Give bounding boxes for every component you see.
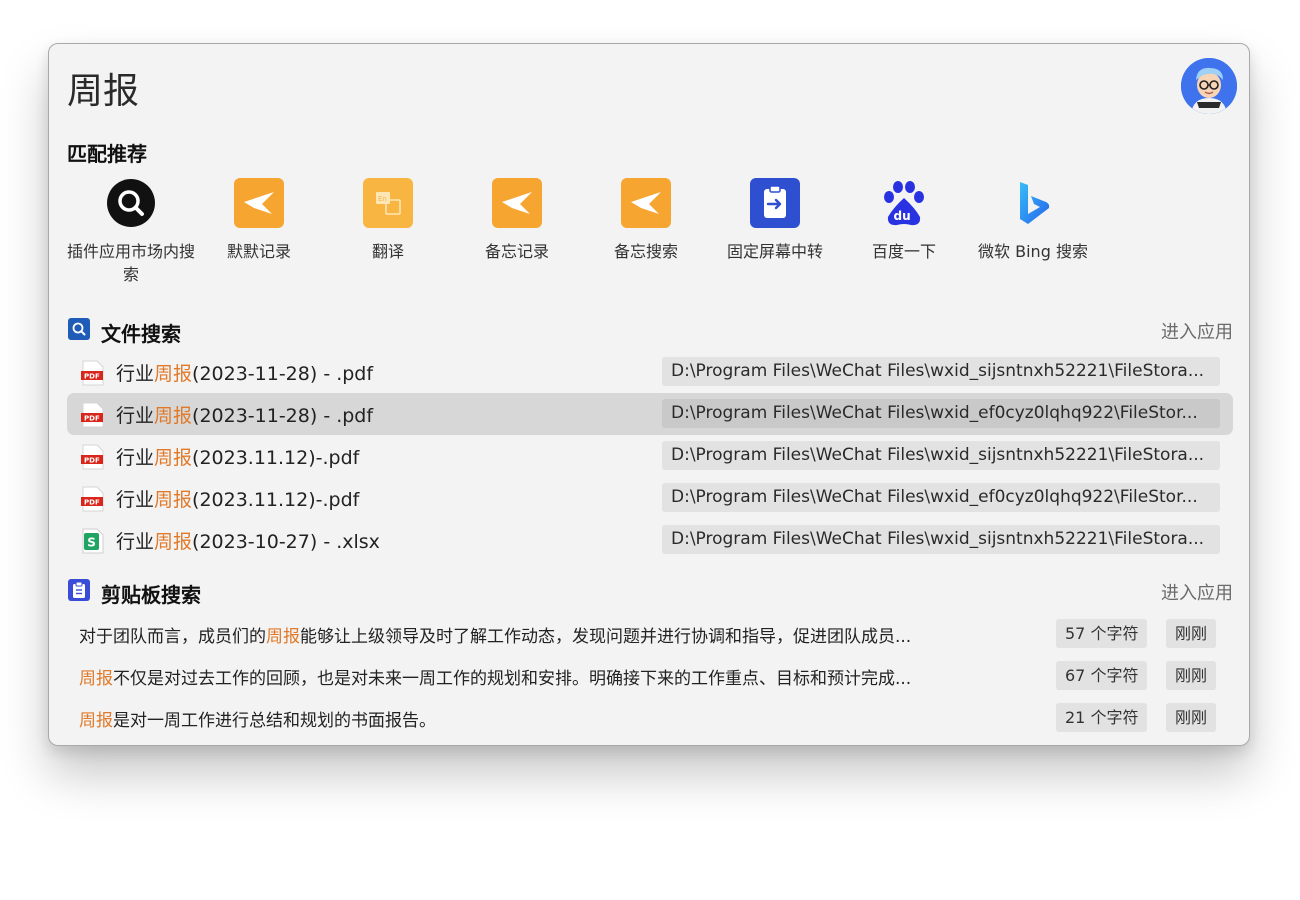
time-badge: 刚刚 bbox=[1166, 661, 1217, 690]
clipboard-row[interactable]: 周报是对一周工作进行总结和规划的书面报告。 21 个字符 刚刚 bbox=[67, 696, 1233, 738]
star-note-icon bbox=[492, 178, 542, 228]
app-label: 备忘搜索 bbox=[613, 242, 678, 261]
file-path: D:\Program Files\WeChat Files\wxid_sijsn… bbox=[662, 357, 1220, 386]
app-plugin-market-search[interactable]: 插件应用市场内搜索 bbox=[67, 178, 195, 286]
app-label: 默默记录 bbox=[226, 242, 291, 261]
app-memo-record[interactable]: 备忘记录 bbox=[453, 178, 581, 263]
pdf-icon: PDF bbox=[81, 402, 105, 428]
app-pin-screen-transfer[interactable]: 固定屏幕中转 bbox=[711, 178, 839, 263]
file-name: 行业周报(2023-11-28) - .pdf bbox=[116, 363, 374, 385]
app-baidu-search[interactable]: du 百度一下 bbox=[840, 178, 968, 263]
file-name: 行业周报(2023-11-28) - .pdf bbox=[116, 405, 374, 427]
clipboard-row[interactable]: 对于团队而言，成员们的周报能够让上级领导及时了解工作动态，发现问题并进行协调和指… bbox=[67, 612, 1233, 654]
file-name: 行业周报(2023-10-27) - .xlsx bbox=[116, 531, 380, 553]
app-label: 翻译 bbox=[371, 242, 404, 261]
star-note-icon bbox=[621, 178, 671, 228]
search-circle-icon bbox=[106, 178, 156, 228]
svg-text:PDF: PDF bbox=[84, 414, 100, 422]
char-count-badge: 67 个字符 bbox=[1056, 661, 1148, 690]
app-label: 固定屏幕中转 bbox=[726, 242, 823, 261]
file-path: D:\Program Files\WeChat Files\wxid_ef0cy… bbox=[662, 399, 1220, 428]
svg-text:PDF: PDF bbox=[84, 372, 100, 380]
clipboard-row[interactable]: 周报不仅是对过去工作的回顾，也是对未来一周工作的规划和安排。明确接下来的工作重点… bbox=[67, 654, 1233, 696]
file-row[interactable]: S 行业周报(2023-10-27) - .xlsx D:\Program Fi… bbox=[67, 519, 1233, 561]
clipboard-text: 周报是对一周工作进行总结和规划的书面报告。 bbox=[79, 711, 436, 731]
star-note-icon bbox=[234, 178, 284, 228]
file-row[interactable]: PDF 行业周报(2023.11.12)-.pdf D:\Program Fil… bbox=[67, 435, 1233, 477]
svg-text:PDF: PDF bbox=[84, 456, 100, 464]
clipboard-text: 周报不仅是对过去工作的回顾，也是对未来一周工作的规划和安排。明确接下来的工作重点… bbox=[79, 669, 912, 689]
file-row[interactable]: PDF 行业周报(2023.11.12)-.pdf D:\Program Fil… bbox=[67, 477, 1233, 519]
search-window: 匹配推荐 插件应用市场内搜索 默默记录 En 翻译 备忘记录 bbox=[48, 43, 1250, 746]
user-avatar[interactable] bbox=[1181, 58, 1237, 114]
file-name: 行业周报(2023.11.12)-.pdf bbox=[116, 447, 360, 469]
svg-text:du: du bbox=[894, 209, 911, 223]
app-memo-search[interactable]: 备忘搜索 bbox=[582, 178, 710, 263]
file-path: D:\Program Files\WeChat Files\wxid_sijsn… bbox=[662, 441, 1220, 470]
file-path: D:\Program Files\WeChat Files\wxid_sijsn… bbox=[662, 525, 1220, 554]
app-label: 百度一下 bbox=[871, 242, 936, 261]
file-search-enter-link[interactable]: 进入应用 bbox=[1161, 318, 1233, 344]
time-badge: 刚刚 bbox=[1166, 619, 1217, 648]
app-grid: 插件应用市场内搜索 默默记录 En 翻译 备忘记录 备忘搜索 固定屏幕中转 du… bbox=[67, 178, 1167, 298]
file-name: 行业周报(2023.11.12)-.pdf bbox=[116, 489, 360, 511]
baidu-paw-icon: du bbox=[879, 178, 929, 228]
app-bing-search[interactable]: 微软 Bing 搜索 bbox=[969, 178, 1097, 263]
translate-icon: En bbox=[363, 178, 413, 228]
app-silent-note[interactable]: 默默记录 bbox=[195, 178, 323, 263]
pdf-icon: PDF bbox=[81, 444, 105, 470]
clipboard-search-title: 剪贴板搜索 bbox=[101, 583, 201, 607]
spreadsheet-icon: S bbox=[81, 528, 105, 554]
file-path: D:\Program Files\WeChat Files\wxid_ef0cy… bbox=[662, 483, 1220, 512]
app-translate[interactable]: En 翻译 bbox=[324, 178, 452, 263]
avatar-icon bbox=[1181, 58, 1237, 114]
svg-text:S: S bbox=[87, 536, 96, 550]
search-input[interactable] bbox=[67, 64, 1147, 112]
clipboard-search-icon bbox=[68, 579, 90, 601]
file-search-title: 文件搜索 bbox=[101, 322, 181, 346]
char-count-badge: 21 个字符 bbox=[1056, 703, 1148, 732]
file-row-selected[interactable]: PDF 行业周报(2023-11-28) - .pdf D:\Program F… bbox=[67, 393, 1233, 435]
clipboard-transfer-icon bbox=[750, 178, 800, 228]
file-search-icon bbox=[68, 318, 90, 340]
char-count-badge: 57 个字符 bbox=[1056, 619, 1148, 648]
app-label: 备忘记录 bbox=[484, 242, 549, 261]
matched-section-title: 匹配推荐 bbox=[67, 142, 147, 166]
bing-icon bbox=[1008, 178, 1058, 228]
clipboard-enter-link[interactable]: 进入应用 bbox=[1161, 579, 1233, 605]
pdf-icon: PDF bbox=[81, 486, 105, 512]
app-label: 插件应用市场内搜索 bbox=[67, 242, 196, 284]
svg-text:PDF: PDF bbox=[84, 498, 100, 506]
time-badge: 刚刚 bbox=[1166, 703, 1217, 732]
file-row[interactable]: PDF 行业周报(2023-11-28) - .pdf D:\Program F… bbox=[67, 351, 1233, 393]
svg-text:En: En bbox=[378, 195, 387, 203]
app-label: 微软 Bing 搜索 bbox=[978, 242, 1088, 261]
pdf-icon: PDF bbox=[81, 360, 105, 386]
clipboard-text: 对于团队而言，成员们的周报能够让上级领导及时了解工作动态，发现问题并进行协调和指… bbox=[79, 627, 912, 647]
